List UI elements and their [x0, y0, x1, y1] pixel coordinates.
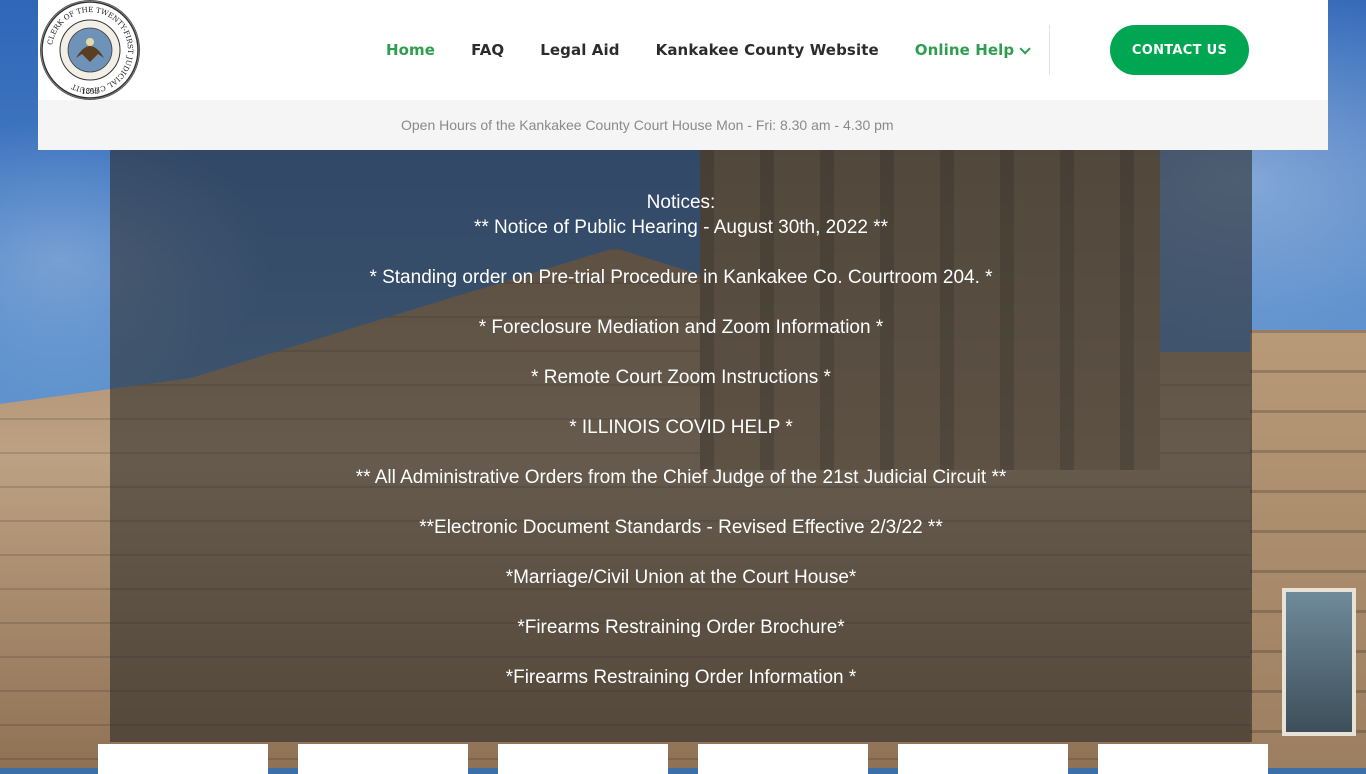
notice-link-foreclosure-mediation[interactable]: * Foreclosure Mediation and Zoom Informa…: [110, 317, 1252, 339]
circuit-clerk-seal-logo[interactable]: CLERK OF THE TWENTY-FIRST JUDICIAL CIRCU…: [40, 0, 140, 100]
notice-link-pretrial-standing-order[interactable]: * Standing order on Pre-trial Procedure …: [110, 267, 1252, 289]
nav-online-help-label: Online Help: [914, 41, 1015, 59]
notice-link-electronic-document-standards[interactable]: **Electronic Document Standards - Revise…: [110, 517, 1252, 539]
notice-link-firearms-brochure[interactable]: *Firearms Restraining Order Brochure*: [110, 617, 1252, 639]
site-header: CLERK OF THE TWENTY-FIRST JUDICIAL CIRCU…: [38, 0, 1328, 100]
notice-link-firearms-information[interactable]: *Firearms Restraining Order Information …: [110, 667, 1252, 689]
nav-kankakee-county-website[interactable]: Kankakee County Website: [656, 41, 879, 59]
service-card-6[interactable]: [1098, 744, 1268, 774]
service-card-1[interactable]: [98, 744, 268, 774]
notices-panel: Notices: ** Notice of Public Hearing - A…: [110, 150, 1252, 742]
notice-link-marriage-civil-union[interactable]: *Marriage/Civil Union at the Court House…: [110, 567, 1252, 589]
open-hours-bar: Open Hours of the Kankakee County Court …: [38, 100, 1328, 150]
service-card-3[interactable]: [498, 744, 668, 774]
notice-link-administrative-orders[interactable]: ** All Administrative Orders from the Ch…: [110, 467, 1252, 489]
nav-legal-aid[interactable]: Legal Aid: [540, 41, 619, 59]
seal-year: 1853: [81, 88, 99, 96]
service-card-4[interactable]: [698, 744, 868, 774]
header-divider: [1049, 25, 1050, 75]
contact-us-button[interactable]: CONTACT US: [1110, 25, 1249, 75]
notices-title: Notices:: [646, 192, 716, 213]
nav-online-help[interactable]: Online Help: [914, 41, 1032, 59]
service-card-2[interactable]: [298, 744, 468, 774]
nav-home[interactable]: Home: [386, 41, 435, 59]
chevron-down-icon: [1019, 43, 1032, 55]
notice-link-illinois-covid-help[interactable]: * ILLINOIS COVID HELP *: [110, 417, 1252, 439]
service-card-5[interactable]: [898, 744, 1068, 774]
seal-icon: CLERK OF THE TWENTY-FIRST JUDICIAL CIRCU…: [41, 1, 139, 99]
courthouse-window: [1282, 588, 1356, 736]
nav-faq[interactable]: FAQ: [471, 41, 504, 59]
open-hours-text: Open Hours of the Kankakee County Court …: [401, 117, 894, 133]
notice-link-remote-court-zoom[interactable]: * Remote Court Zoom Instructions *: [110, 367, 1252, 389]
main-navigation: Home FAQ Legal Aid Kankakee County Websi…: [368, 0, 1045, 100]
notice-link-public-hearing[interactable]: ** Notice of Public Hearing - August 30t…: [110, 217, 1252, 239]
